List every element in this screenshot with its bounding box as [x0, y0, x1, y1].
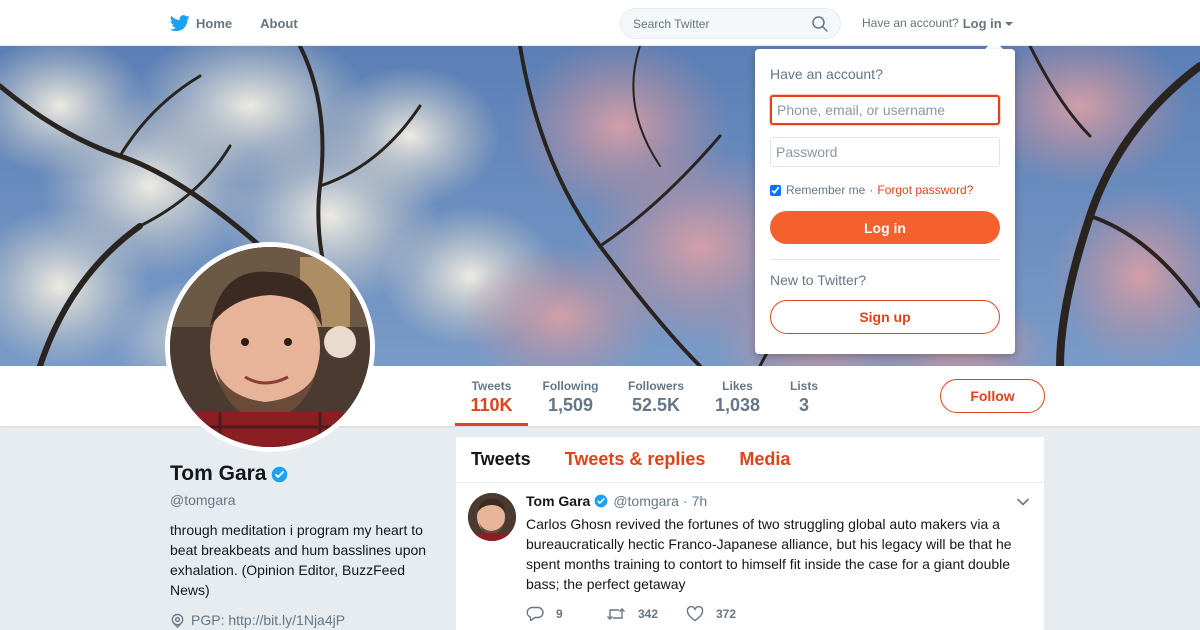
like-action[interactable]: 372 [686, 606, 766, 622]
tweet-actions: 9 342 372 [526, 606, 1032, 622]
stat-label: Following [542, 379, 599, 393]
nav-home-link[interactable]: Home [170, 14, 233, 32]
tweet-header: Tom Gara @tomgara · 7h [526, 493, 1032, 509]
search-box[interactable]: Search Twitter [620, 8, 841, 39]
tweet-avatar[interactable] [468, 493, 516, 541]
profile-card: Tom Gara @tomgara through meditation i p… [170, 462, 440, 628]
stat-following[interactable]: Following 1,509 [541, 366, 600, 426]
avatar-portrait-illustration [170, 247, 370, 447]
stat-likes[interactable]: Likes 1,038 [712, 366, 763, 426]
nav-left: Home About [170, 0, 326, 46]
verified-badge-icon [272, 466, 288, 482]
location-pin-icon [171, 613, 184, 628]
chevron-down-icon[interactable] [1016, 495, 1030, 509]
follow-button[interactable]: Follow [940, 379, 1045, 413]
stat-value: 110K [470, 395, 513, 415]
remember-me-label[interactable]: Remember me [786, 183, 865, 197]
profile-bio: through meditation i program my heart to… [170, 522, 427, 598]
stat-label: Tweets [471, 379, 512, 393]
stat-value: 1,038 [714, 395, 761, 415]
twitter-bird-icon [170, 14, 190, 31]
stat-label: Lists [789, 379, 818, 393]
verified-badge-icon [594, 494, 608, 508]
signup-button[interactable]: Sign up [770, 300, 1000, 334]
timeline-tabs: Tweets Tweets & replies Media [456, 437, 1044, 483]
tweet-separator: · [682, 493, 688, 509]
reply-icon [526, 606, 544, 622]
tweet-author-name[interactable]: Tom Gara [526, 493, 590, 509]
login-dropdown-toggle[interactable]: Log in [963, 16, 1013, 31]
stat-followers[interactable]: Followers 52.5K [626, 366, 686, 426]
tweet-text: Carlos Ghosn revived the fortunes of two… [526, 516, 1012, 592]
forgot-password-link[interactable]: Forgot password? [877, 183, 973, 197]
like-icon [686, 606, 704, 622]
retweet-action[interactable]: 342 [606, 606, 686, 622]
search-icon[interactable] [812, 15, 828, 32]
profile-pgp: PGP: http://bit.ly/1Nja4jP [170, 612, 440, 628]
search-placeholder[interactable]: Search Twitter [633, 17, 812, 31]
timeline: Tweets Tweets & replies Media Tom Gara @… [456, 437, 1044, 630]
caret-down-icon [1004, 22, 1013, 27]
profile-handle[interactable]: @tomgara [170, 492, 440, 508]
tab-media[interactable]: Media [739, 449, 790, 470]
login-link-label: Log in [962, 15, 1002, 31]
remember-separator: · [869, 183, 874, 197]
password-field[interactable] [770, 137, 1000, 167]
reply-action[interactable]: 9 [526, 606, 606, 622]
login-button[interactable]: Log in [770, 211, 1000, 244]
have-account-label: Have an account? [862, 16, 959, 30]
tab-tweets-and-replies[interactable]: Tweets & replies [565, 449, 706, 470]
stat-label: Likes [722, 379, 753, 393]
remember-me-checkbox[interactable] [770, 184, 781, 196]
tweet-timestamp[interactable]: 7h [692, 493, 708, 509]
remember-row: Remember me · Forgot password? [770, 183, 1000, 197]
top-nav-bar: Home About Search Twitter Have an accoun… [0, 0, 1200, 46]
stat-label: Followers [627, 379, 684, 393]
tweet[interactable]: Tom Gara @tomgara · 7h Carlos Ghosn revi… [456, 483, 1044, 622]
nav-about-label: About [260, 15, 298, 31]
profile-name[interactable]: Tom Gara [170, 462, 266, 486]
profile-name-row: Tom Gara [170, 462, 440, 486]
login-dropdown-title: Have an account? [770, 66, 883, 82]
stat-value: 1,509 [547, 395, 594, 415]
login-dropdown: Have an account? Remember me · Forgot pa… [755, 49, 1015, 354]
tab-tweets[interactable]: Tweets [471, 449, 531, 470]
username-field[interactable] [770, 95, 1000, 125]
retweet-count: 342 [638, 607, 659, 621]
nav-home-label: Home [196, 15, 233, 31]
tweet-avatar-illustration [468, 493, 516, 541]
stat-tweets[interactable]: Tweets 110K [455, 366, 528, 426]
new-to-twitter-label: New to Twitter? [770, 272, 867, 288]
profile-pgp-text[interactable]: PGP: http://bit.ly/1Nja4jP [191, 612, 345, 628]
stat-value: 52.5K [631, 395, 681, 415]
like-count: 372 [716, 607, 737, 621]
retweet-icon [607, 608, 625, 620]
login-dropdown-arrow [985, 40, 1003, 49]
dropdown-divider [770, 259, 1000, 260]
reply-count: 9 [556, 607, 563, 621]
tweet-author-handle[interactable]: @tomgara [613, 493, 679, 509]
stat-value: 3 [798, 395, 809, 415]
nav-about-link[interactable]: About [260, 16, 298, 31]
profile-avatar[interactable] [165, 242, 375, 452]
stat-lists[interactable]: Lists 3 [788, 366, 820, 426]
